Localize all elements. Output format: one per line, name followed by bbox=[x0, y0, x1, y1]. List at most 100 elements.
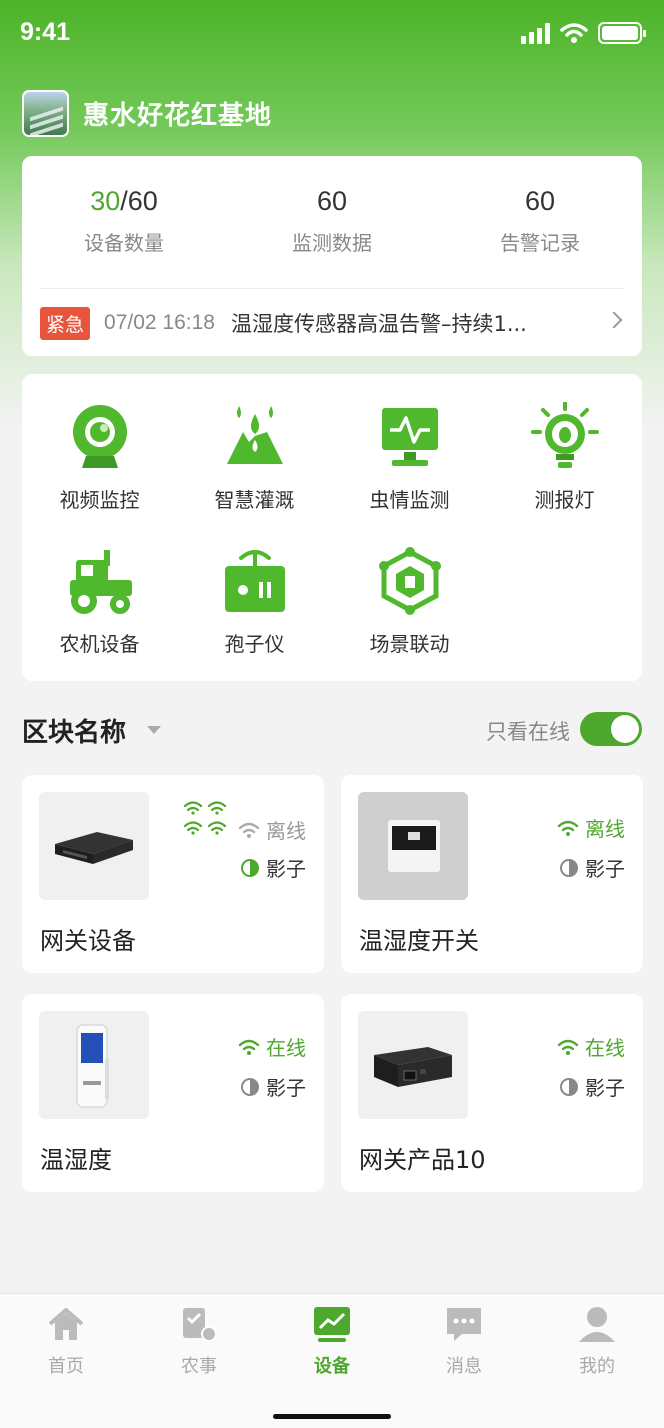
device-online-count: 30 bbox=[90, 186, 121, 216]
func-label: 视频监控 bbox=[59, 488, 140, 512]
message-icon bbox=[447, 1308, 481, 1341]
chevron-right-icon bbox=[605, 311, 623, 329]
device-shadow[interactable]: 影子 bbox=[559, 853, 625, 882]
tab-label: 我的 bbox=[579, 1356, 615, 1377]
device-name: 网关产品10 bbox=[359, 1146, 486, 1174]
device-status-text: 在线 bbox=[266, 1036, 306, 1060]
tab-messages[interactable]: 消息 bbox=[414, 1304, 514, 1378]
wifi-icon bbox=[557, 1039, 579, 1055]
stats-card: 30/60 设备数量 60 监测数据 60 告警记录 紧急 07/02 16:1… bbox=[22, 156, 642, 356]
stat-device-count[interactable]: 30/60 设备数量 bbox=[34, 186, 214, 256]
irrigation-icon bbox=[226, 406, 283, 464]
wifi-icon bbox=[238, 1039, 260, 1055]
device-shadow-text: 影子 bbox=[585, 1076, 625, 1100]
stat-monitor-data[interactable]: 60 监测数据 bbox=[242, 186, 422, 256]
tab-label: 首页 bbox=[48, 1356, 84, 1377]
device-count-label: 设备数量 bbox=[84, 231, 164, 255]
device-status-text: 在线 bbox=[585, 1036, 625, 1060]
func-label: 虫情监测 bbox=[369, 488, 450, 512]
block-name-dropdown[interactable]: 区块名称 bbox=[22, 712, 126, 749]
base-selector[interactable]: 惠水好花红基地 bbox=[22, 90, 272, 137]
device-shadow-text: 影子 bbox=[585, 857, 625, 881]
alarm-count: 60 bbox=[524, 186, 556, 216]
spore-device-icon bbox=[224, 550, 285, 612]
device-name: 网关设备 bbox=[40, 927, 136, 955]
device-status: 离线 bbox=[557, 813, 625, 842]
func-label: 测报灯 bbox=[534, 488, 595, 512]
status-bar: 9:41 bbox=[0, 0, 664, 70]
device-image bbox=[39, 1011, 149, 1119]
tab-devices[interactable]: 设备 bbox=[282, 1304, 382, 1378]
device-image bbox=[358, 1011, 468, 1119]
status-icons bbox=[521, 22, 646, 44]
device-chart-icon bbox=[314, 1307, 350, 1342]
tractor-icon bbox=[69, 550, 132, 614]
shadow-icon bbox=[560, 1077, 578, 1096]
func-scene-linkage[interactable]: 场景联动 bbox=[332, 546, 487, 657]
device-shadow[interactable]: 影子 bbox=[559, 1072, 625, 1101]
base-title: 惠水好花红基地 bbox=[83, 101, 273, 131]
device-shadow-text: 影子 bbox=[266, 1076, 306, 1100]
alert-time: 07/02 16:18 bbox=[104, 311, 215, 334]
func-smart-irrigation[interactable]: 智慧灌溉 bbox=[177, 402, 332, 513]
func-label: 场景联动 bbox=[369, 632, 450, 656]
func-spore-instrument[interactable]: 孢子仪 bbox=[177, 546, 332, 657]
alarm-label: 告警记录 bbox=[500, 231, 580, 255]
bulb-icon bbox=[530, 400, 599, 468]
stat-alarm-records[interactable]: 60 告警记录 bbox=[450, 186, 630, 256]
device-name: 温湿度 bbox=[40, 1146, 112, 1174]
online-only-label: 只看在线 bbox=[486, 720, 570, 744]
func-label: 农机设备 bbox=[59, 632, 140, 656]
device-shadow[interactable]: 影子 bbox=[240, 1072, 306, 1101]
device-status-text: 离线 bbox=[585, 817, 625, 841]
device-shadow-text: 影子 bbox=[266, 857, 306, 881]
func-label: 孢子仪 bbox=[224, 632, 285, 656]
tab-label: 消息 bbox=[446, 1356, 482, 1377]
wifi-icon bbox=[238, 822, 260, 838]
scene-link-icon bbox=[378, 547, 441, 615]
tab-label: 设备 bbox=[314, 1356, 350, 1377]
device-status-text: 离线 bbox=[266, 819, 306, 843]
device-card[interactable]: 在线 影子 网关产品10 bbox=[341, 994, 643, 1192]
device-image bbox=[358, 792, 468, 900]
device-name: 温湿度开关 bbox=[359, 927, 479, 955]
wifi-icon bbox=[557, 820, 579, 836]
device-shadow[interactable]: 影子 bbox=[240, 853, 306, 882]
status-time: 9:41 bbox=[20, 18, 71, 46]
home-indicator bbox=[273, 1414, 391, 1419]
base-avatar bbox=[22, 90, 69, 137]
cellular-signal-icon bbox=[521, 22, 550, 44]
chevron-down-icon[interactable] bbox=[147, 726, 161, 734]
shadow-icon bbox=[560, 858, 578, 877]
device-card[interactable]: 离线 影子 网关设备 bbox=[22, 775, 324, 973]
tab-label: 农事 bbox=[181, 1356, 217, 1377]
func-label: 智慧灌溉 bbox=[214, 488, 295, 512]
signal-strength-icons bbox=[182, 799, 232, 847]
func-farm-machinery[interactable]: 农机设备 bbox=[22, 546, 177, 657]
divider bbox=[40, 288, 624, 289]
tab-farm-work[interactable]: 农事 bbox=[149, 1304, 249, 1378]
home-icon bbox=[48, 1308, 84, 1340]
function-grid: 视频监控 智慧灌溉 虫情监测 测报灯 农机设备 孢子仪 场景联动 bbox=[22, 374, 642, 681]
battery-icon bbox=[598, 22, 646, 44]
device-total-count: /60 bbox=[120, 186, 158, 216]
section-header: 区块名称 只看在线 bbox=[22, 708, 642, 752]
alert-row[interactable]: 紧急 07/02 16:18 温湿度传感器高温告警–持续1... bbox=[40, 306, 624, 340]
func-pest-monitor[interactable]: 虫情监测 bbox=[332, 402, 487, 513]
monitor-icon bbox=[381, 408, 438, 466]
func-forecast-lamp[interactable]: 测报灯 bbox=[487, 400, 642, 513]
camera-icon bbox=[72, 405, 127, 468]
device-status: 在线 bbox=[238, 1032, 306, 1061]
device-image bbox=[39, 792, 149, 900]
shadow-icon bbox=[241, 858, 259, 877]
tab-home[interactable]: 首页 bbox=[16, 1304, 116, 1378]
shadow-icon bbox=[241, 1077, 259, 1096]
tab-profile[interactable]: 我的 bbox=[547, 1304, 647, 1378]
monitor-count: 60 bbox=[316, 186, 348, 216]
func-video-monitor[interactable]: 视频监控 bbox=[22, 402, 177, 513]
device-status: 在线 bbox=[557, 1032, 625, 1061]
online-only-toggle[interactable] bbox=[580, 712, 642, 746]
monitor-label: 监测数据 bbox=[292, 231, 372, 255]
device-card[interactable]: 离线 影子 温湿度开关 bbox=[341, 775, 643, 973]
device-card[interactable]: 在线 影子 温湿度 bbox=[22, 994, 324, 1192]
